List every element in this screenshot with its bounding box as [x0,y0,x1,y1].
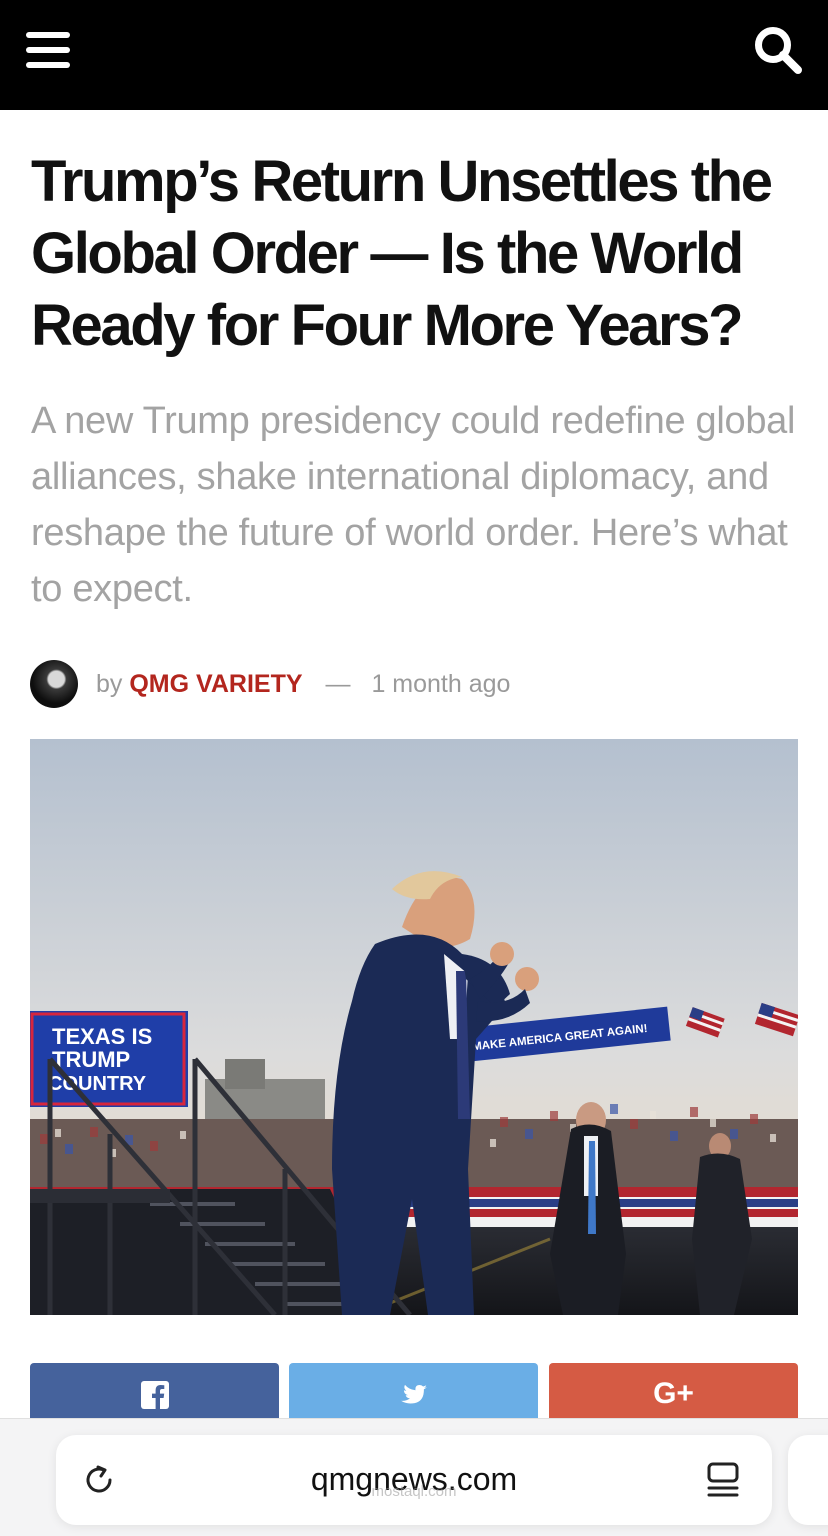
address-bar[interactable]: qmgnews.com mostaql.com [56,1435,772,1525]
author-avatar[interactable] [30,660,78,708]
article-title: Trump’s Return Unsettles the Global Orde… [31,149,773,358]
twitter-share-button[interactable] [289,1363,538,1423]
google-plus-share-button[interactable]: G+ [549,1363,798,1423]
article-meta: by QMG VARIETY — 1 month ago [30,660,730,710]
facebook-icon [140,1381,169,1414]
byline-separator: — [325,670,351,698]
browser-toolbar: qmgnews.com mostaql.com [0,1418,828,1536]
byline-prefix: by [96,670,123,698]
twitter-icon [399,1381,429,1412]
url-text[interactable]: qmgnews.com [56,1459,772,1499]
byline: by QMG VARIETY — 1 month ago [96,668,510,700]
article-subtitle: A new Trump presidency could redefine gl… [31,400,796,610]
search-icon[interactable] [752,24,804,76]
google-plus-icon: G+ [653,1377,694,1411]
facebook-share-button[interactable] [30,1363,279,1423]
google-plus-label: G+ [653,1377,694,1410]
sign-left-line1: TEXAS IS [52,1024,152,1049]
published-time: 1 month ago [371,670,511,698]
hero-image: TEXAS IS TRUMP COUNTRY MAKE AMERICA GREA… [30,739,798,1315]
hamburger-menu-icon[interactable] [26,28,74,72]
reader-mode-icon[interactable] [706,1461,740,1499]
sign-left-line2: TRUMP [52,1047,130,1072]
top-navigation-bar [0,0,828,110]
next-tab-preview[interactable] [788,1435,828,1525]
author-link[interactable]: QMG VARIETY [129,670,302,698]
